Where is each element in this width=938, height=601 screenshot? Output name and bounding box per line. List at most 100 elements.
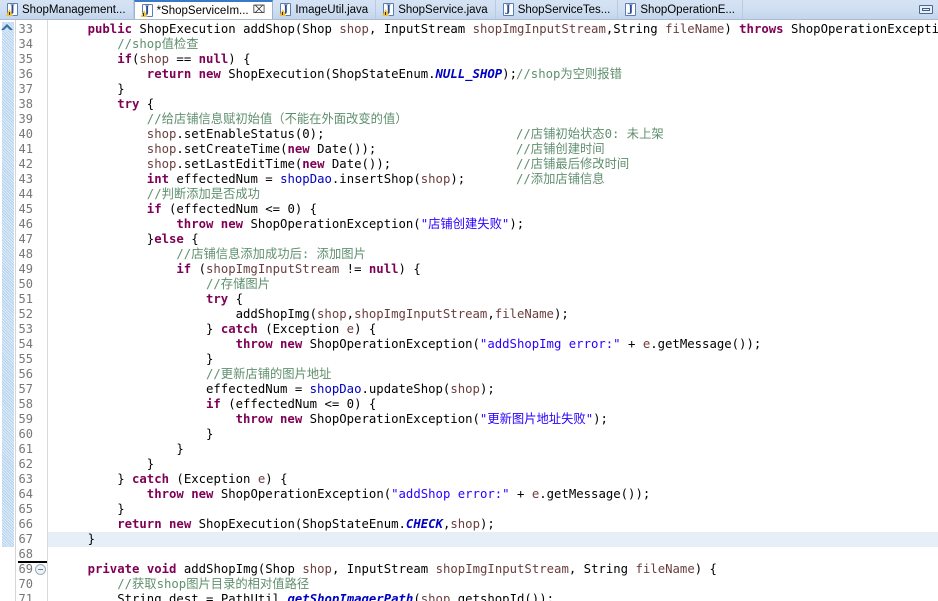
line-number: 48 [18,247,33,261]
code-token: shopImgInputStream [472,22,606,36]
code-token: ( [413,592,421,601]
code-token: shopImgInputStream [354,307,488,321]
code-line[interactable]: shop.setCreateTime(new Date()); [147,142,377,157]
editor-tab-5[interactable]: J ShopOperationE... [618,0,743,19]
code-line[interactable]: //存储图片 [206,277,270,292]
code-line[interactable]: shop.setLastEditTime(new Date()); [147,157,391,172]
line-number: 65 [18,502,33,516]
code-line[interactable]: } [147,457,154,472]
collapse-fold-icon[interactable] [35,564,46,575]
code-line[interactable]: throw new ShopOperationException("addSho… [236,337,762,352]
code-token: .insertShop( [331,172,421,186]
code-token: , InputStream [331,562,436,576]
code-token: .updateShop( [361,382,451,396]
code-line[interactable]: //给店铺信息赋初始值（不能在外面改变的值） [147,112,408,127]
code-line[interactable]: try { [117,97,154,112]
code-editor[interactable]: 33 34 35 36 37 38 39 40 41 42 43 44 45 46 47 48 49 50 51 52… [0,20,938,601]
code-token: } [206,352,214,366]
code-line[interactable]: //店铺信息添加成功后: 添加图片 [176,247,365,262]
code-token: throw new [235,337,310,351]
editor-tab-1[interactable]: J *ShopServiceIm... ⌧ [133,0,274,19]
code-token: .setCreateTime( [176,142,288,156]
line-number: 56 [18,367,33,381]
code-token: ) { [228,52,251,66]
code-line[interactable]: effectedNum = shopDao.updateShop(shop); [206,382,495,397]
code-line[interactable]: //更新店铺的图片地址 [206,367,331,382]
code-token: "店铺创建失败" [420,217,510,231]
code-line[interactable]: } [88,532,95,547]
code-line[interactable]: addShopImg(shop,shopImgInputStream,fileN… [236,307,569,322]
code-line[interactable]: } [206,427,213,442]
code-line[interactable]: int effectedNum = shopDao.insertShop(sho… [147,172,465,187]
code-token: shop [317,307,347,321]
code-line[interactable]: if (effectedNum <= 0) { [206,397,376,412]
code-line[interactable]: }else { [147,232,199,247]
code-line[interactable]: try { [206,292,243,307]
code-token: shopImgInputStream [206,262,340,276]
code-line[interactable]: public ShopExecution addShop(Shop shop, … [88,22,938,37]
line-number: 35 [18,52,33,66]
code-line[interactable]: } catch (Exception e) { [117,472,287,487]
editor-tab-4[interactable]: J ShopServiceTes... [496,0,619,19]
code-line[interactable]: if (effectedNum <= 0) { [147,202,317,217]
code-token: shopImgInputStream [435,562,569,576]
line-number: 50 [18,277,33,291]
editor-tab-label: ShopOperationE... [640,3,735,16]
code-token: addShopImg( [235,307,318,321]
code-token: int [146,172,177,186]
code-line[interactable]: String dest = PathUtil.getShopImagerPath… [117,592,554,601]
code-token: shop [339,22,369,36]
code-token: + [620,337,643,351]
code-line[interactable]: throw new ShopOperationException("更新图片地址… [236,412,608,427]
code-line[interactable]: } catch (Exception e) { [206,322,376,337]
code-token: , InputStream [368,22,473,36]
line-number: 67 [18,532,33,546]
code-line[interactable]: //判断添加是否成功 [147,187,260,202]
editor-tab-2[interactable]: J ImageUtil.java [273,0,377,19]
collapse-arrow-icon[interactable] [1,22,14,33]
line-number: 71 [18,592,33,601]
code-token: getShopImagerPath [287,592,414,601]
code-area[interactable]: public ShopExecution addShop(Shop shop, … [48,20,938,601]
code-token: Date()); [317,142,377,156]
code-line[interactable]: } [117,502,124,517]
editor-tab-3[interactable]: J ShopService.java [376,0,496,19]
code-line[interactable]: } [117,82,124,97]
editor-tab-label: ShopManagement... [22,3,126,16]
minimize-icon[interactable] [919,5,933,14]
code-line[interactable]: //获取shop图片目录的相对值路径 [117,577,309,592]
code-line[interactable]: return new ShopExecution(ShopStateEnum.C… [117,517,495,532]
java-file-icon: J [502,3,515,16]
code-line[interactable]: } [176,442,183,457]
tab-bar-filler [743,0,938,19]
line-number: 36 [18,67,33,81]
code-token: return new [117,517,199,531]
code-token: //获取shop图片目录的相对值路径 [117,577,310,591]
code-token: (Exception [265,322,347,336]
code-token: shop [420,172,451,186]
code-token: shopDao [280,172,332,186]
code-line[interactable]: if(shop == null) { [117,52,250,67]
line-number: 68 [18,547,33,561]
editor-tab-label: ShopService.java [398,3,488,16]
close-icon[interactable]: ⌧ [253,5,266,16]
editor-tab-0[interactable]: J ShopManagement... [0,0,134,19]
fold-separator [18,561,47,563]
code-line[interactable]: if (shopImgInputStream != null) { [176,262,420,277]
annotation-ruler[interactable] [0,20,16,601]
code-token: shop [302,562,332,576]
code-line[interactable]: throw new ShopOperationException("店铺创建失败… [176,217,524,232]
code-token: , [346,307,355,321]
code-line[interactable]: } [206,352,213,367]
code-token: ); [502,67,517,81]
code-line[interactable]: return new ShopExecution(ShopStateEnum.N… [147,67,517,82]
code-line[interactable]: private void addShopImg(Shop shop, Input… [88,562,717,577]
code-token: //店铺信息添加成功后: 添加图片 [176,247,366,261]
code-token: null [368,262,399,276]
line-number: 49 [18,262,33,276]
code-token: try [117,97,140,111]
code-line[interactable]: shop.setEnableStatus(0); [147,127,325,142]
code-line[interactable]: //shop值检查 [117,37,198,52]
editor-tab-label: ShopServiceTes... [517,3,611,16]
code-line[interactable]: throw new ShopOperationException("addSho… [147,487,650,502]
